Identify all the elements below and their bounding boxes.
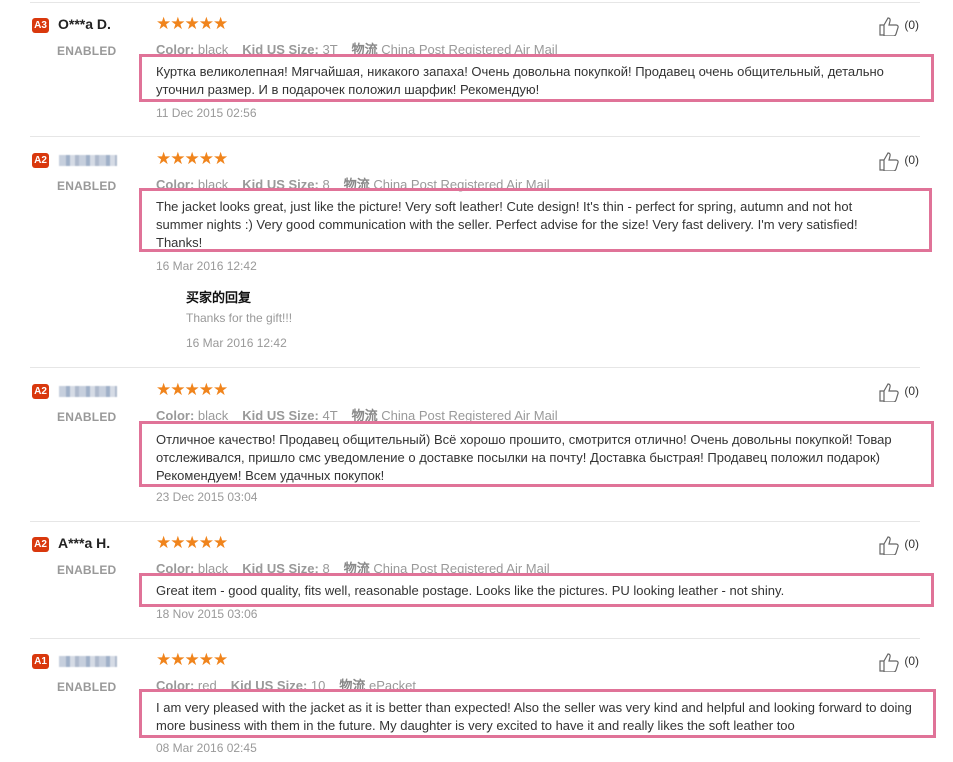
review-date: 08 Mar 2016 02:45	[156, 741, 257, 755]
buyer-name-obscured	[59, 386, 117, 397]
star-rating: ★★★★★	[156, 650, 228, 669]
buyer-status: ENABLED	[57, 563, 117, 577]
helpful-button[interactable]: (0)	[879, 16, 920, 37]
review-date: 16 Mar 2016 12:42	[156, 259, 257, 273]
buyer-name: O***a D.	[58, 16, 111, 32]
review-divider	[30, 638, 920, 639]
thumbs-up-icon	[879, 152, 899, 172]
review-date: 11 Dec 2015 02:56	[156, 106, 257, 120]
thumbs-up-icon	[879, 383, 899, 403]
buyer-level-badge: A2	[32, 537, 49, 552]
review-date: 18 Nov 2015 03:06	[156, 607, 258, 621]
review-text: The jacket looks great, just like the pi…	[156, 199, 858, 250]
buyer-level-badge: A2	[32, 384, 49, 399]
review-text: Отличное качество! Продавец общительный)…	[156, 432, 892, 483]
helpful-button[interactable]: (0)	[879, 652, 920, 673]
thumbs-up-icon	[879, 653, 899, 673]
helpful-button[interactable]: (0)	[879, 151, 920, 172]
review-divider	[30, 136, 920, 137]
buyer-status: ENABLED	[57, 179, 117, 193]
buyer-status: ENABLED	[57, 680, 117, 694]
buyer-level-badge: A2	[32, 153, 49, 168]
review-text: I am very pleased with the jacket as it …	[156, 700, 912, 733]
buyer-reply-title: 买家的回复	[186, 290, 252, 305]
like-count: (0)	[904, 537, 920, 552]
like-count: (0)	[904, 384, 920, 399]
buyer-reply-text: Thanks for the gift!!!	[186, 311, 293, 325]
review-divider	[30, 521, 920, 522]
buyer-reply-date: 16 Mar 2016 12:42	[186, 336, 287, 350]
star-rating: ★★★★★	[156, 533, 228, 552]
star-rating: ★★★★★	[156, 14, 228, 33]
thumbs-up-icon	[879, 17, 899, 37]
buyer-status: ENABLED	[57, 410, 117, 424]
buyer-name-obscured	[59, 656, 117, 667]
review-date: 23 Dec 2015 03:04	[156, 490, 258, 504]
review-text: Great item - good quality, fits well, re…	[156, 583, 785, 598]
helpful-button[interactable]: (0)	[879, 535, 920, 556]
buyer-level-badge: A1	[32, 654, 49, 669]
like-count: (0)	[904, 18, 920, 33]
like-count: (0)	[904, 654, 920, 669]
review-divider	[30, 367, 920, 368]
like-count: (0)	[904, 153, 920, 168]
review-text: Куртка великолепная! Мягчайшая, никакого…	[156, 64, 884, 97]
helpful-button[interactable]: (0)	[879, 382, 920, 403]
star-rating: ★★★★★	[156, 149, 228, 168]
buyer-status: ENABLED	[57, 44, 117, 58]
buyer-name-obscured	[59, 155, 117, 166]
buyer-name: A***a H.	[58, 535, 111, 551]
thumbs-up-icon	[879, 536, 899, 556]
star-rating: ★★★★★	[156, 380, 228, 399]
buyer-level-badge: A3	[32, 18, 49, 33]
review-divider	[30, 2, 920, 3]
